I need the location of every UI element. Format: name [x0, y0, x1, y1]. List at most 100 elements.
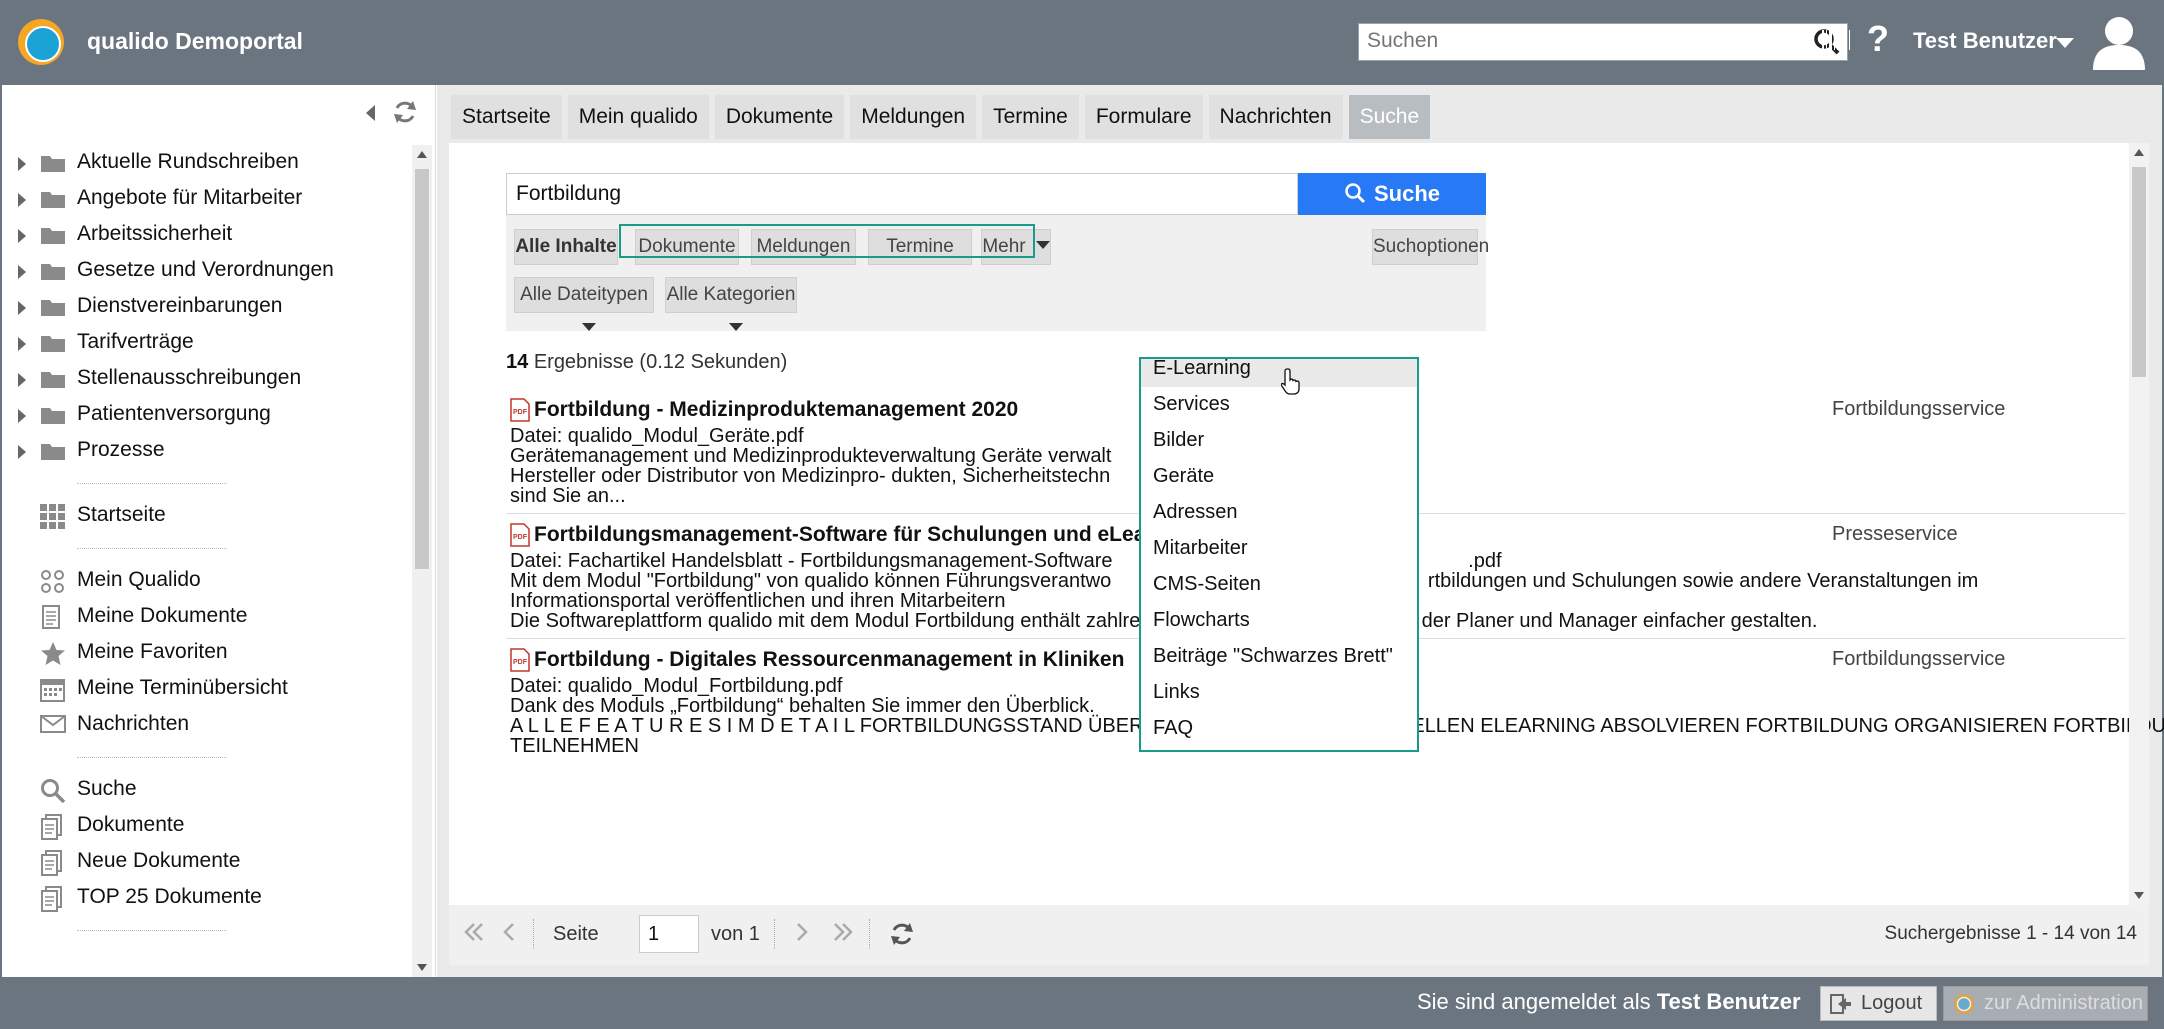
result-title[interactable]: Fortbildung - Medizinproduktemanagement … [534, 398, 1018, 422]
scrollbar-thumb[interactable] [415, 169, 429, 569]
help-icon[interactable]: ? [1867, 18, 1889, 60]
scroll-down-icon[interactable] [2134, 892, 2144, 899]
barcode-icon[interactable] [1821, 28, 1851, 57]
sidebar-item-startseite[interactable]: Startseite [2, 498, 412, 534]
menu-item-links[interactable]: Links [1141, 675, 1417, 711]
tree-item[interactable]: Gesetze und Verordnungen [2, 253, 412, 289]
menu-item-e-learning[interactable]: E-Learning [1141, 358, 1417, 387]
refresh-icon[interactable] [392, 99, 418, 130]
menu-item-mitarbeiter[interactable]: Mitarbeiter [1141, 531, 1417, 567]
documents-icon [40, 886, 64, 918]
search-button[interactable]: Suche [1298, 173, 1486, 215]
chevron-down-icon [1035, 241, 1050, 250]
user-menu-name[interactable]: Test Benutzer [1913, 28, 2057, 54]
sidebar-item-neue-dokumente[interactable]: Neue Dokumente [2, 844, 412, 880]
tree-item[interactable]: Stellenausschreibungen [2, 361, 412, 397]
scroll-up-icon[interactable] [2134, 149, 2144, 156]
sidebar-item-meine-terminuebersicht[interactable]: Meine Terminübersicht [2, 671, 412, 707]
expand-icon[interactable] [18, 337, 26, 351]
menu-item-flowcharts[interactable]: Flowcharts [1141, 603, 1417, 639]
sidebar-scrollbar[interactable] [412, 145, 432, 977]
svg-text:PDF: PDF [513, 534, 528, 541]
result-count-number: 14 [506, 351, 529, 373]
avatar[interactable] [2090, 12, 2148, 77]
menu-item-adressen[interactable]: Adressen [1141, 495, 1417, 531]
content-scrollbar[interactable] [2129, 143, 2149, 905]
first-page-icon[interactable] [463, 921, 485, 950]
tree-item[interactable]: Prozesse [2, 433, 412, 469]
hand-cursor-icon [1280, 367, 1303, 400]
logout-icon [1830, 993, 1852, 1026]
sidebar-item-meine-favoriten[interactable]: Meine Favoriten [2, 635, 412, 671]
menu-item-geraete[interactable]: Geräte [1141, 459, 1417, 495]
tree-item-label: Angebote für Mitarbeiter [77, 186, 303, 209]
scrollbar-thumb[interactable] [2132, 167, 2146, 377]
tab-suche[interactable]: Suche [1348, 95, 1431, 139]
folder-icon [40, 261, 66, 287]
tab-dokumente[interactable]: Dokumente [714, 95, 845, 139]
login-status: Sie sind angemeldet als Test Benutzer [1417, 989, 1801, 1015]
menu-item-faq[interactable]: FAQ [1141, 711, 1417, 747]
tree-item-label: Stellenausschreibungen [77, 366, 302, 389]
result-category: Presseservice [1832, 523, 1958, 545]
expand-icon[interactable] [18, 265, 26, 279]
search-query-input[interactable]: Fortbildung [506, 173, 1298, 215]
sidebar-item-mein-qualido[interactable]: Mein Qualido [2, 563, 412, 599]
tree-item[interactable]: Tarifverträge [2, 325, 412, 361]
filter-all-content[interactable]: Alle Inhalte [514, 229, 618, 265]
tree-item[interactable]: Dienstvereinbarungen [2, 289, 412, 325]
sidebar-item-nachrichten[interactable]: Nachrichten [2, 707, 412, 743]
filetype-dropdown[interactable]: Alle Dateitypen [514, 277, 654, 332]
global-search-input[interactable] [1359, 24, 1779, 58]
expand-icon[interactable] [18, 445, 26, 459]
qualido-logo-icon[interactable] [18, 19, 64, 65]
expand-icon[interactable] [18, 229, 26, 243]
tab-startseite[interactable]: Startseite [451, 95, 562, 139]
menu-item-bilder[interactable]: Bilder [1141, 423, 1417, 459]
sidebar-item-suche[interactable]: Suche [2, 772, 412, 808]
pagination-bar: Seite 1 von 1 Suchergebnisse 1 - 14 von … [449, 905, 2149, 965]
expand-icon[interactable] [18, 301, 26, 315]
tab-formulare[interactable]: Formulare [1084, 95, 1203, 139]
category-dropdown[interactable]: Alle Kategorien [665, 277, 797, 332]
tree-item[interactable]: Arbeitssicherheit [2, 217, 412, 253]
expand-icon[interactable] [18, 193, 26, 207]
menu-item-cms-seiten[interactable]: CMS-Seiten [1141, 567, 1417, 603]
expand-icon[interactable] [18, 157, 26, 171]
menu-item-services[interactable]: Services [1141, 387, 1417, 423]
scroll-up-icon[interactable] [417, 151, 427, 158]
scroll-down-icon[interactable] [417, 964, 427, 971]
menu-item-schwarzes-brett[interactable]: Beiträge "Schwarzes Brett" [1141, 639, 1417, 675]
tree-item[interactable]: Aktuelle Rundschreiben [2, 145, 412, 181]
tree-item[interactable]: Patientenversorgung [2, 397, 412, 433]
sidebar-item-meine-dokumente[interactable]: Meine Dokumente [2, 599, 412, 635]
tab-mein-qualido[interactable]: Mein qualido [567, 95, 709, 139]
login-status-user: Test Benutzer [1656, 989, 1801, 1014]
tree-item[interactable]: Angebote für Mitarbeiter [2, 181, 412, 217]
folder-icon [40, 153, 66, 179]
sidebar-item-top-25-dokumente[interactable]: TOP 25 Dokumente [2, 880, 412, 916]
result-title[interactable]: Fortbildungsmanagement-Software für Schu… [534, 523, 1145, 547]
search-options-button[interactable]: Suchoptionen [1372, 229, 1489, 265]
refresh-icon[interactable] [889, 921, 915, 954]
next-page-icon[interactable] [794, 921, 810, 950]
tab-nachrichten[interactable]: Nachrichten [1208, 95, 1343, 139]
tab-meldungen[interactable]: Meldungen [850, 95, 977, 139]
result-title[interactable]: Fortbildung - Digitales Ressourcenmanage… [534, 648, 1124, 672]
collapse-sidebar-icon[interactable] [366, 105, 375, 121]
tree-item-label: Patientenversorgung [77, 402, 271, 425]
chevron-down-icon[interactable] [2056, 38, 2074, 48]
previous-page-icon[interactable] [501, 921, 517, 950]
page-number-input[interactable]: 1 [639, 915, 699, 953]
sidebar-item-dokumente[interactable]: Dokumente [2, 808, 412, 844]
expand-icon[interactable] [18, 373, 26, 387]
logout-button[interactable]: Logout [1820, 986, 1937, 1021]
footer-bar: Sie sind angemeldet als Test Benutzer Lo… [0, 977, 2164, 1029]
last-page-icon[interactable] [832, 921, 854, 950]
expand-icon[interactable] [18, 409, 26, 423]
sidebar-item-label: Startseite [77, 503, 166, 526]
tab-termine[interactable]: Termine [982, 95, 1079, 139]
admin-button[interactable]: zur Administration [1943, 986, 2148, 1021]
envelope-icon [40, 713, 66, 741]
sidebar-item-label: Meine Terminübersicht [77, 676, 288, 699]
